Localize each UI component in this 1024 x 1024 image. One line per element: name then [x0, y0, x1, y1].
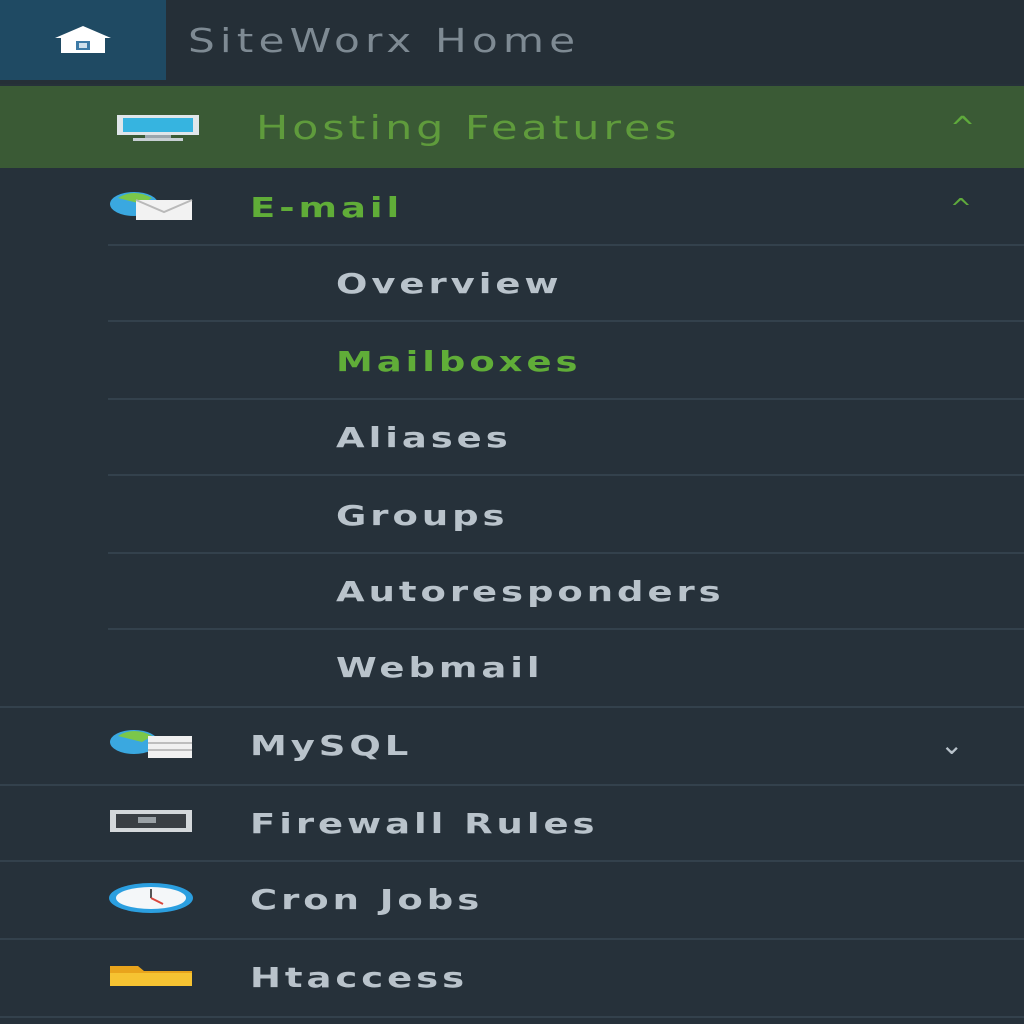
submenu-item-webmail[interactable]: Webmail [0, 630, 1024, 706]
sidebar-item-label: Firewall Rules [250, 807, 599, 840]
submenu-item-label: Webmail [336, 651, 544, 684]
submenu-item-label: Overview [336, 267, 563, 300]
submenu-item-label: Autoresponders [336, 575, 725, 608]
sidebar-item-mysql[interactable]: MySQL ⌄ [0, 708, 1024, 784]
sidebar-item-label: Cron Jobs [250, 883, 484, 916]
chevron-up-icon[interactable]: ^ [950, 194, 972, 224]
folder-icon [110, 966, 192, 986]
submenu-item-autoresponders[interactable]: Autoresponders [0, 554, 1024, 630]
clock-icon [109, 883, 193, 913]
sidebar-item-label: Htaccess [250, 961, 469, 994]
submenu-item-label: Groups [336, 499, 509, 532]
sidebar-item-label: E-mail [250, 191, 404, 224]
sidebar-item-cron-jobs[interactable]: Cron Jobs [0, 862, 1024, 938]
sidebar-item-email[interactable]: E-mail ^ [0, 170, 1024, 246]
submenu-item-groups[interactable]: Groups [0, 478, 1024, 554]
home-icon [55, 26, 111, 53]
sidebar-nav: SiteWorx Home Hosting Features ^ E-mail … [0, 0, 1024, 1024]
database-icon [110, 730, 192, 758]
submenu-item-label: Mailboxes [336, 345, 582, 378]
sidebar-item-firewall-rules[interactable]: Firewall Rules [0, 786, 1024, 862]
submenu-item-mailboxes[interactable]: Mailboxes [0, 324, 1024, 400]
divider [108, 474, 1024, 476]
chevron-up-icon[interactable]: ^ [950, 114, 975, 144]
sidebar-item-htaccess[interactable]: Htaccess [0, 940, 1024, 1016]
firewall-icon [110, 810, 192, 832]
sidebar-home-label: SiteWorx Home [188, 21, 581, 60]
chevron-down-icon[interactable]: ⌄ [940, 730, 963, 760]
section-hosting-features[interactable]: Hosting Features ^ [0, 86, 1024, 168]
sidebar-home-link[interactable]: SiteWorx Home [0, 0, 1024, 84]
section-title: Hosting Features [256, 108, 681, 147]
sidebar-item-label: MySQL [250, 729, 413, 762]
submenu-item-aliases[interactable]: Aliases [0, 400, 1024, 476]
divider [108, 320, 1024, 322]
monitor-icon [117, 115, 199, 141]
home-icon-box[interactable] [0, 0, 166, 80]
submenu-item-overview[interactable]: Overview [0, 246, 1024, 322]
email-icon [110, 192, 193, 220]
submenu-item-label: Aliases [336, 421, 512, 454]
divider [0, 1016, 1024, 1018]
